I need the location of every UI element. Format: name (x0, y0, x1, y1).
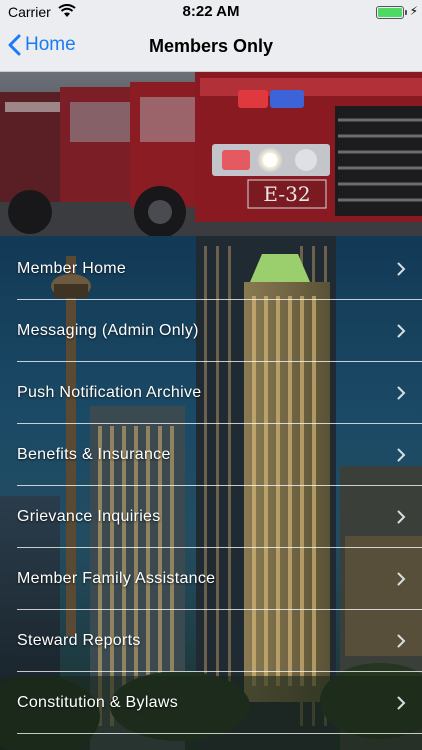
truck-number-label: E-32 (263, 182, 310, 206)
top-bar: Carrier 8:22 AM ⚡ Home Members Only (0, 0, 422, 72)
page-title: Members Only (148, 36, 274, 56)
menu-item-label: Steward Reports (17, 632, 141, 649)
menu-item-label: Member Home (17, 260, 127, 277)
menu-item-push-notification-archive[interactable]: Push Notification Archive (0, 362, 422, 424)
menu-item-label: Member Family Assistance (17, 570, 216, 587)
fire-truck-photo: E-32 (0, 72, 422, 236)
charging-icon: ⚡ (409, 4, 418, 18)
chevron-right-icon (397, 634, 406, 648)
members-menu: Member Home Messaging (Admin Only) Push … (0, 238, 422, 734)
battery-tip (405, 10, 407, 15)
menu-item-member-family-assistance[interactable]: Member Family Assistance (0, 548, 422, 610)
menu-item-benefits-insurance[interactable]: Benefits & Insurance (0, 424, 422, 486)
menu-item-grievance-inquiries[interactable]: Grievance Inquiries (0, 486, 422, 548)
menu-item-constitution-bylaws[interactable]: Constitution & Bylaws (0, 672, 422, 734)
navigation-bar: Home Members Only (0, 24, 422, 72)
chevron-right-icon (397, 324, 406, 338)
menu-item-label: Constitution & Bylaws (17, 694, 179, 711)
battery-icon (376, 6, 404, 19)
menu-item-label: Grievance Inquiries (17, 508, 161, 525)
menu-item-label: Benefits & Insurance (17, 446, 171, 463)
clock: 8:22 AM (182, 3, 240, 20)
status-bar: Carrier 8:22 AM ⚡ (0, 0, 422, 24)
chevron-right-icon (397, 510, 406, 524)
menu-item-messaging[interactable]: Messaging (Admin Only) (0, 300, 422, 362)
menu-item-label: Messaging (Admin Only) (17, 322, 199, 339)
chevron-right-icon (397, 262, 406, 276)
chevron-right-icon (397, 448, 406, 462)
menu-item-member-home[interactable]: Member Home (0, 238, 422, 300)
chevron-right-icon (397, 386, 406, 400)
menu-item-steward-reports[interactable]: Steward Reports (0, 610, 422, 672)
chevron-right-icon (397, 572, 406, 586)
menu-item-label: Push Notification Archive (17, 384, 202, 401)
chevron-right-icon (397, 696, 406, 710)
